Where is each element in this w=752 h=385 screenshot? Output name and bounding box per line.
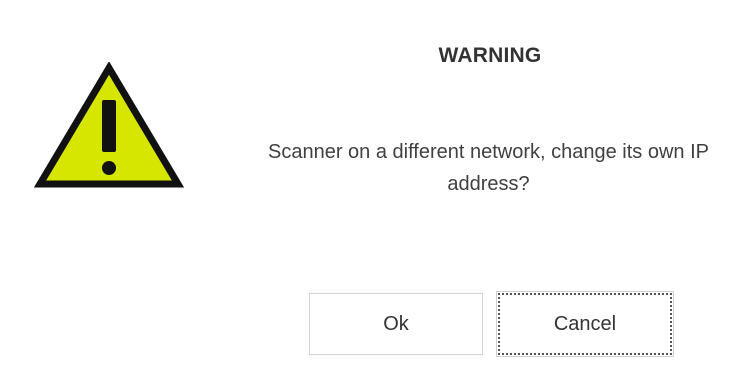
warning-icon — [34, 62, 184, 188]
cancel-button[interactable]: Cancel — [496, 291, 674, 357]
ok-button[interactable]: Ok — [309, 293, 483, 355]
dialog-message: Scanner on a different network, change i… — [267, 141, 709, 195]
warning-dialog: WARNING Scanner on a different network, … — [0, 0, 752, 385]
dialog-title: WARNING — [438, 44, 542, 67]
